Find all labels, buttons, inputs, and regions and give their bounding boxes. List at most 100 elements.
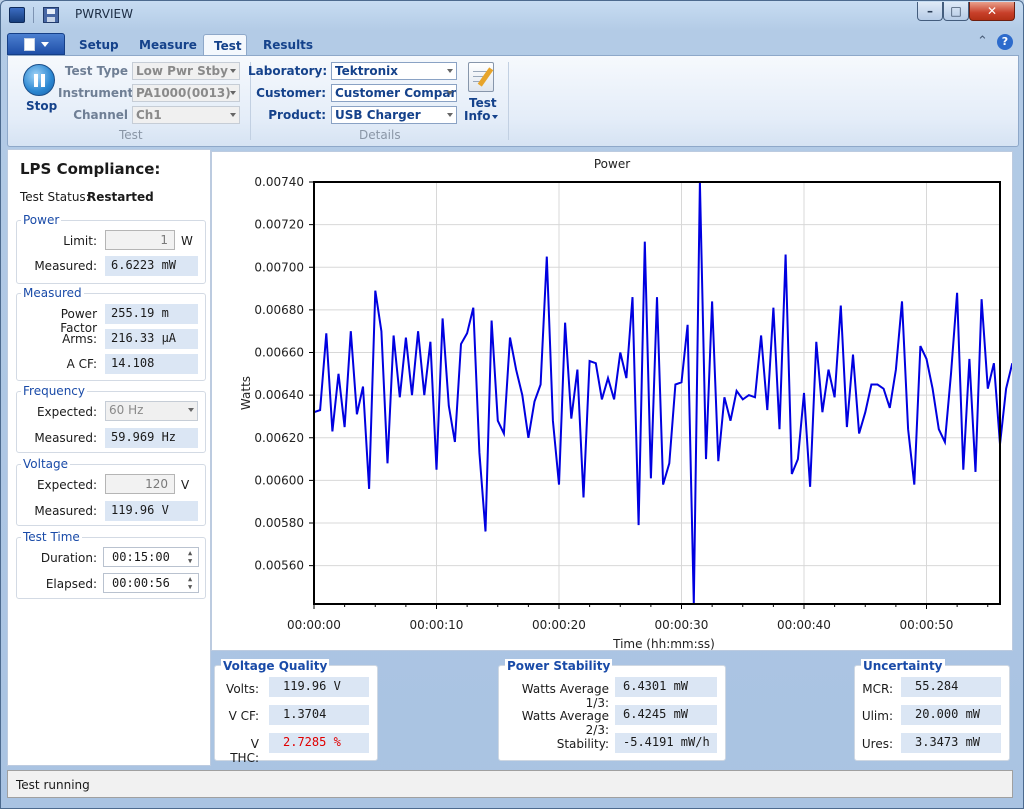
limit-unit: W — [181, 234, 193, 248]
laboratory-select[interactable]: Tektronix — [331, 62, 457, 80]
status-text: Test running — [16, 778, 90, 792]
y-tick-label: 0.00640 — [254, 388, 304, 402]
uncertainty-title: Uncertainty — [861, 659, 945, 673]
duration-stepper[interactable]: 00:15:00 ▲ ▼ — [103, 547, 199, 567]
frequency-expected-select: 60 Hz — [105, 401, 198, 421]
x-axis-ticks: 00:00:00 00:00:10 00:00:20 00:00:30 00:00:40… — [287, 604, 989, 632]
tab-results[interactable]: Results — [253, 34, 323, 55]
watts-avg-1-value: 6.4301 mW — [615, 677, 717, 697]
voltage-expected-label: Expected: — [36, 478, 97, 492]
limit-label: Limit: — [63, 234, 97, 248]
x-tick-label: 00:00:00 — [287, 618, 341, 632]
elapsed-stepper[interactable]: 00:00:56 ▲ ▼ — [103, 573, 199, 593]
clipboard-pencil-icon — [468, 62, 494, 92]
voltage-group: Voltage Expected: 120 V Measured: 119.96… — [16, 457, 206, 526]
ulim-label: Ulim: — [861, 709, 893, 723]
power-measured-value: 6.6223 mW — [105, 256, 198, 276]
tab-measure[interactable]: Measure — [129, 34, 207, 55]
app-window: PWRVIEW – □ ✕ Setup Measure Test Results… — [0, 0, 1024, 809]
uncertainty-panel: Uncertainty MCR: 55.284 Ulim: 20.000 mW … — [854, 659, 1010, 761]
chevron-down-icon — [40, 41, 49, 47]
x-tick-label: 00:00:10 — [410, 618, 464, 632]
y-tick-label: 0.00700 — [254, 260, 304, 274]
channel-label: Channel — [73, 108, 128, 122]
power-stability-title: Power Stability — [505, 659, 613, 673]
ulim-value: 20.000 mW — [901, 705, 1001, 725]
stop-button[interactable]: Stop — [18, 62, 62, 114]
mcr-label: MCR: — [862, 682, 893, 696]
chart-grid — [313, 181, 1000, 604]
frequency-group: Frequency Expected: 60 Hz Measured: 59.9… — [16, 384, 206, 453]
frequency-group-title: Frequency — [21, 384, 87, 398]
voltage-expected-input[interactable]: 120 — [105, 474, 175, 494]
y-tick-label: 0.00740 — [254, 175, 304, 189]
maximize-button[interactable]: □ — [943, 2, 969, 21]
watts-avg-2-value: 6.4245 mW — [615, 705, 717, 725]
compliance-panel: LPS Compliance: Test Status: Restarted P… — [7, 149, 211, 766]
stability-label: Stability: — [556, 737, 609, 751]
x-tick-label: 00:00:40 — [777, 618, 831, 632]
y-tick-label: 0.00600 — [254, 473, 304, 487]
test-type-select: Low Pwr Stby — [132, 62, 240, 80]
voltage-group-title: Voltage — [21, 457, 71, 471]
volts-label: Volts: — [226, 682, 259, 696]
test-info-button[interactable]: Test Info — [460, 60, 504, 124]
elapsed-label: Elapsed: — [45, 577, 97, 591]
y-tick-label: 0.00660 — [254, 346, 304, 360]
channel-select: Ch1 — [132, 106, 240, 124]
file-menu-button[interactable] — [7, 33, 65, 55]
customer-select[interactable]: Customer Compan — [331, 84, 457, 102]
ribbon: Stop Test Type Low Pwr Stby Instrument P… — [7, 55, 1019, 147]
y-axis-label: Watts — [239, 376, 253, 410]
y-axis-ticks: 0.00740 0.00720 0.00700 0.00680 0.00660 0.006… — [254, 175, 314, 573]
instrument-label: Instrument — [58, 86, 134, 100]
x-axis-label: Time (hh:mm:ss) — [612, 637, 715, 650]
voltage-quality-panel: Voltage Quality Volts: 119.96 V V CF: 1.… — [214, 659, 378, 765]
arms-value: 216.33 µA — [105, 329, 198, 349]
vthc-value: 2.7285 % — [269, 733, 369, 753]
test-type-label: Test Type — [64, 64, 128, 78]
measured-group-title: Measured — [21, 286, 84, 300]
product-select[interactable]: USB Charger — [331, 106, 457, 124]
group-separator — [508, 62, 509, 140]
status-bar: Test running — [7, 770, 1013, 798]
tab-test[interactable]: Test — [203, 34, 247, 55]
title-bar: PWRVIEW – □ ✕ — [1, 1, 1023, 29]
test-info-label-1: Test — [469, 96, 497, 110]
duration-label: Duration: — [40, 551, 97, 565]
limit-input[interactable]: 1 — [105, 230, 175, 250]
product-label: Product: — [268, 108, 326, 122]
voltage-measured-label: Measured: — [34, 504, 97, 518]
details-group-label: Details — [359, 128, 401, 142]
volts-value: 119.96 V — [269, 677, 369, 697]
laboratory-label: Laboratory: — [248, 64, 328, 78]
ures-label: Ures: — [861, 737, 893, 751]
plot-area-frame — [313, 181, 1001, 605]
watts-avg-1-label: Watts Average 1/3: — [521, 682, 609, 710]
collapse-ribbon-icon[interactable]: ⌃ — [977, 34, 988, 49]
tab-setup[interactable]: Setup — [69, 34, 129, 55]
app-icon[interactable] — [9, 7, 25, 23]
mcr-value: 55.284 — [901, 677, 1001, 697]
save-icon[interactable] — [43, 7, 59, 23]
vthc-label: V THC: — [230, 737, 259, 765]
frequency-expected-label: Expected: — [36, 405, 97, 419]
acf-label: A CF: — [66, 357, 97, 371]
chart-title: Power — [594, 157, 630, 171]
help-icon[interactable]: ? — [997, 34, 1013, 50]
power-chart-svg: Power 0.00740 0.00720 0.00700 0.00680 0.0066… — [239, 157, 1012, 650]
power-factor-label: Power Factor — [60, 307, 97, 335]
x-tick-label: 00:00:50 — [900, 618, 954, 632]
voltage-measured-value: 119.96 V — [105, 501, 198, 521]
test-group-label: Test — [119, 128, 143, 142]
y-tick-label: 0.00580 — [254, 516, 304, 530]
frequency-measured-label: Measured: — [34, 431, 97, 445]
power-chart: Power 0.00740 0.00720 0.00700 0.00680 0.0066… — [211, 151, 1013, 651]
pause-icon — [23, 64, 55, 96]
minimize-button[interactable]: – — [917, 2, 943, 21]
panel-heading: LPS Compliance: — [20, 160, 161, 178]
ures-value: 3.3473 mW — [901, 733, 1001, 753]
close-button[interactable]: ✕ — [969, 2, 1015, 21]
vcf-label: V CF: — [228, 709, 259, 723]
separator-icon — [33, 7, 34, 23]
